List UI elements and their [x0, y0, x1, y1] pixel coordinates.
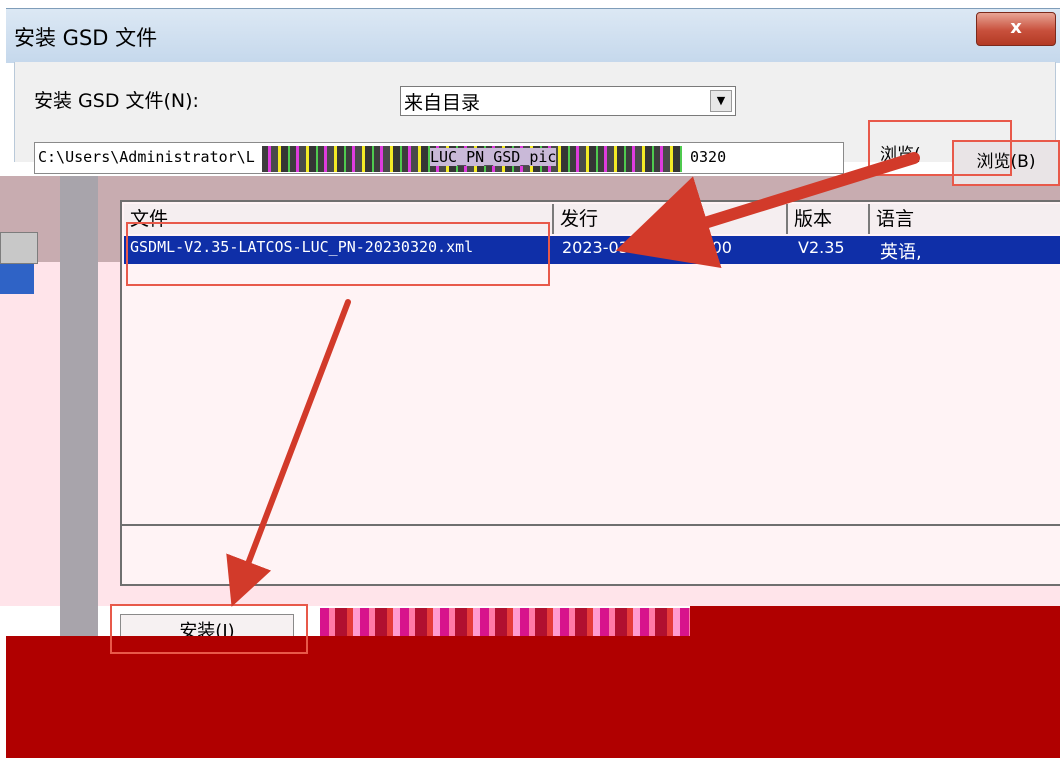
- arrow-to-file: [615, 152, 920, 269]
- arrow-to-install: [226, 299, 351, 607]
- annotation-arrows: [226, 152, 920, 607]
